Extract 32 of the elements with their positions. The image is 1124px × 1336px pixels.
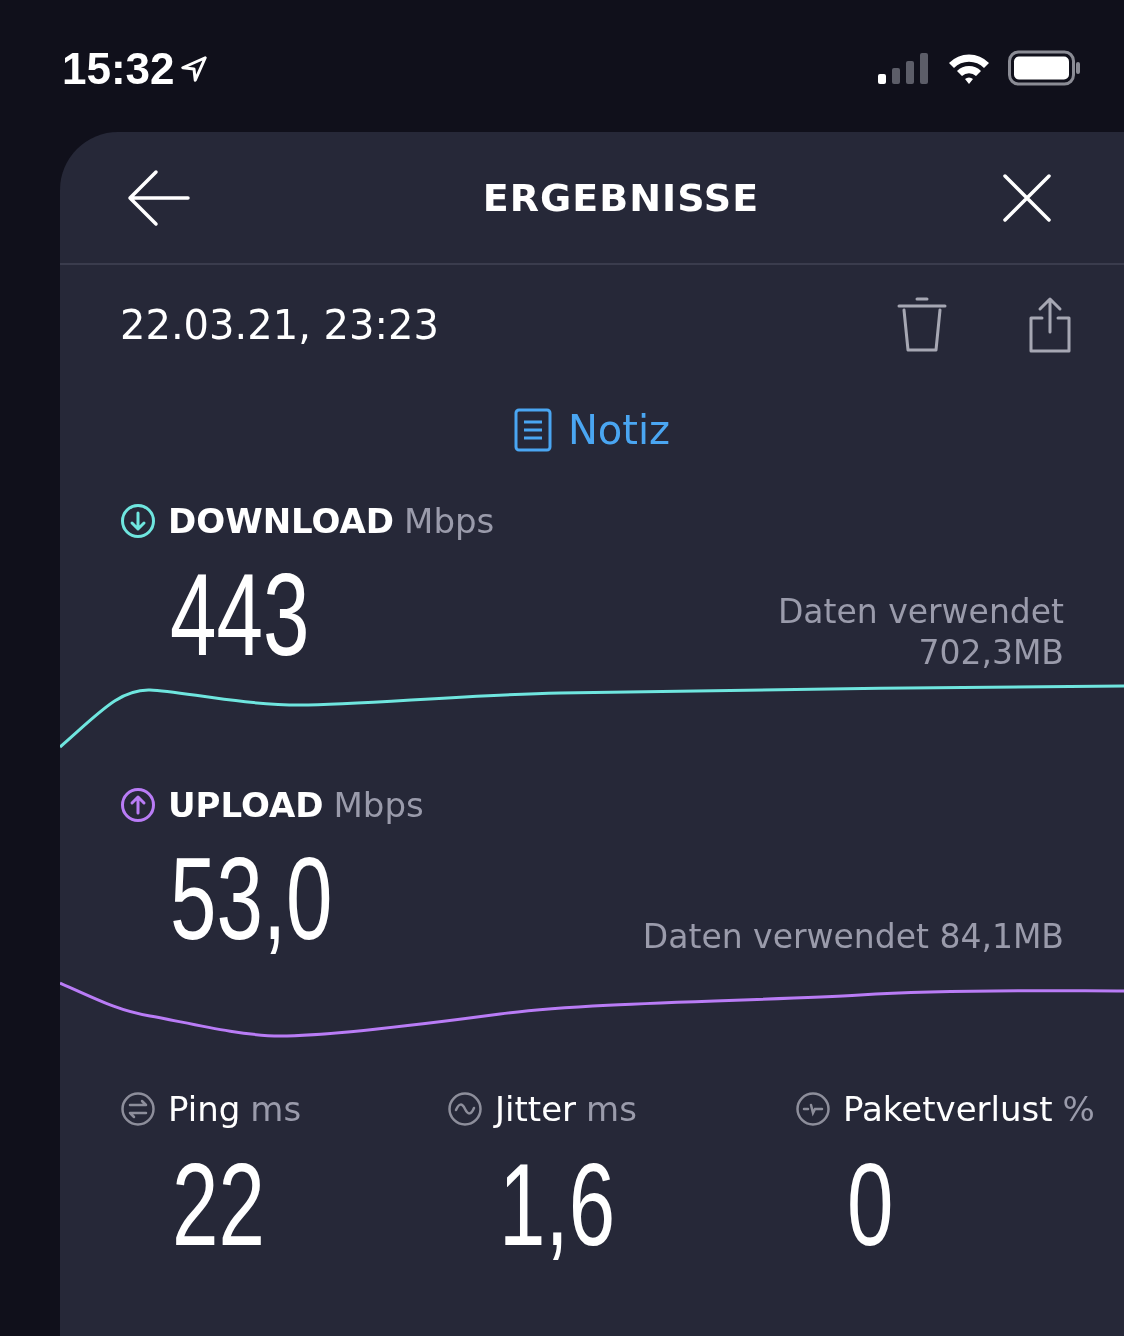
metric-label: Ping [168,1089,241,1129]
speed-unit: Mbps [333,785,424,825]
metric-label: Paketverlust [843,1089,1053,1129]
close-button[interactable] [1002,172,1052,223]
back-button[interactable] [126,167,190,228]
result-date: 22.03.21, 23:23 [120,302,439,348]
share-button[interactable] [1028,296,1072,354]
metric-unit: % [1062,1089,1095,1129]
metric-label: Jitter [495,1089,577,1129]
data-used-text: Daten verwendet [777,590,1064,632]
document-icon [513,408,552,452]
signal-icon [878,52,930,84]
speed-label: UPLOAD [168,785,324,825]
metric-value: 22 [172,1147,266,1263]
metric-unit: ms [250,1089,302,1129]
speed-value: 443 [170,557,310,673]
data-used-text: 702,3MB [918,631,1064,673]
metric-value: 1,6 [499,1147,617,1263]
delete-button[interactable] [896,296,948,354]
speed-label: DOWNLOAD [168,501,395,541]
metric-value: 0 [847,1147,895,1263]
location-arrow-icon [178,54,209,84]
speed-value: 53,0 [170,841,333,957]
wave-icon [447,1091,483,1127]
data-used-text: Daten verwendet 84,1MB [642,915,1064,957]
ping-icon [120,1091,156,1127]
status-time: 15:32 [62,44,175,94]
battery-icon [1008,50,1082,86]
speed-unit: Mbps [404,501,495,541]
note-link[interactable]: Notiz [513,407,671,453]
screen-title: ERGEBNISSE [482,175,760,220]
metric-unit: ms [586,1089,637,1129]
